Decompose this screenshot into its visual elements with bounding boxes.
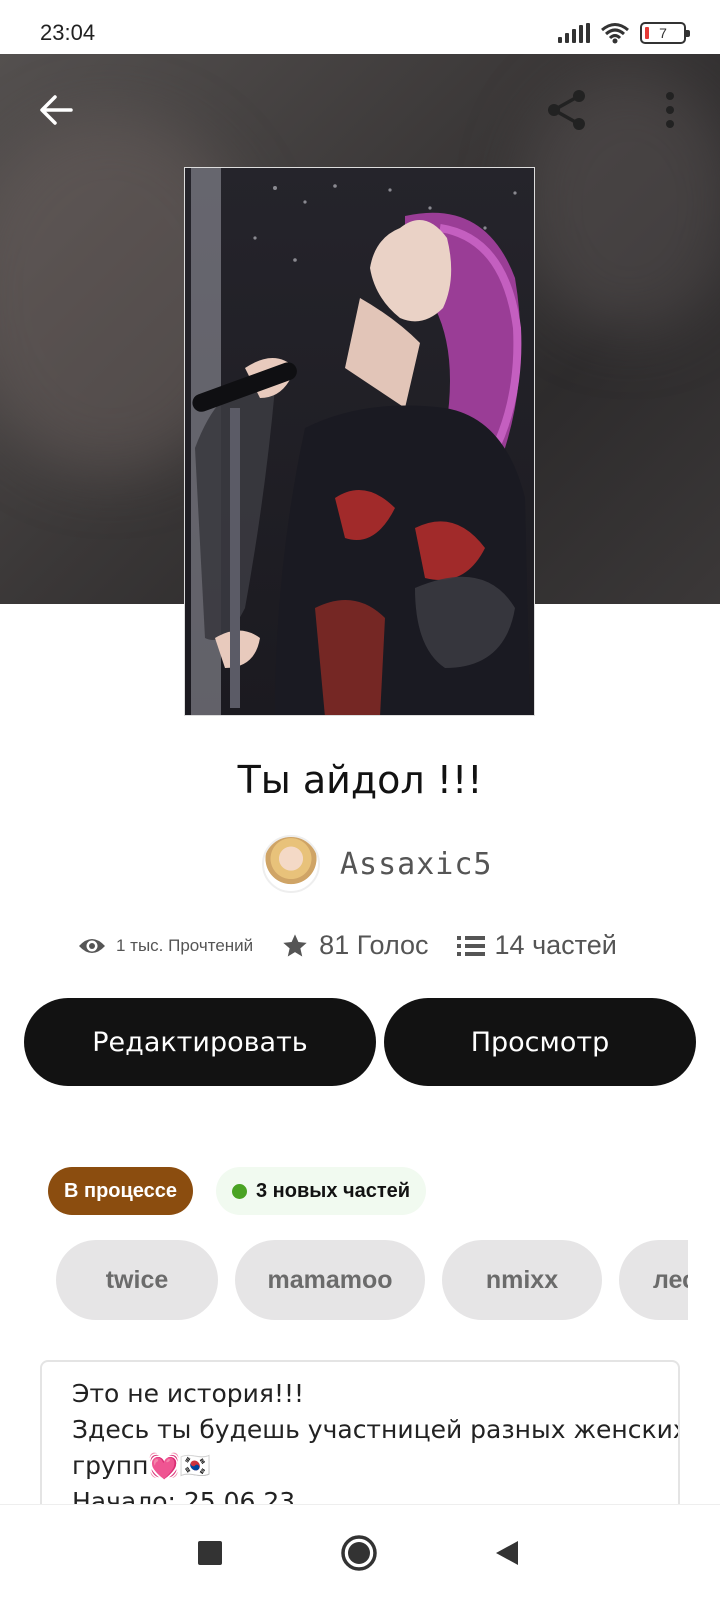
parts-stat: 14 частей (456, 930, 617, 961)
tag-item[interactable]: mamamoo (235, 1240, 425, 1320)
status-bar: 23:04 7 (0, 0, 720, 54)
back-nav-button[interactable] (479, 1525, 535, 1581)
new-dot-icon (232, 1183, 247, 1199)
description-line: групп💓🇰🇷 (72, 1451, 211, 1480)
author-name[interactable]: Assaxic5 (340, 847, 493, 882)
description-line: Здесь ты будешь участницей разных женски… (72, 1415, 680, 1444)
view-button[interactable]: Просмотр (384, 998, 696, 1086)
tag-item[interactable]: nmixx (442, 1240, 602, 1320)
eye-icon (79, 938, 105, 953)
share-icon (548, 90, 585, 130)
votes-stat: 81 Голос (281, 930, 429, 961)
votes-count: 81 Голос (319, 930, 429, 960)
arrow-left-icon (40, 95, 73, 125)
battery-icon: 7 (640, 22, 690, 44)
status-badge: В процессе (48, 1167, 194, 1215)
new-parts-badge: 3 новых частей (216, 1167, 427, 1215)
description-line: Это не история!!! (72, 1379, 305, 1408)
more-vertical-icon (666, 92, 674, 128)
status-time: 23:04 (40, 20, 96, 45)
signal-icon (558, 23, 590, 43)
edit-button[interactable]: Редактировать (24, 998, 376, 1086)
tag-item[interactable]: twice (56, 1240, 218, 1320)
avatar[interactable] (262, 835, 320, 893)
story-stats: 1 тыс. Прочтений 81 Голос 14 частей (78, 930, 678, 961)
circle-icon (341, 1535, 377, 1571)
share-button[interactable] (537, 80, 597, 140)
reads-count: 1 тыс. Прочтений (116, 935, 254, 955)
wifi-icon (601, 23, 629, 44)
status-icons: 7 (558, 22, 690, 44)
battery-level: 7 (659, 25, 667, 41)
story-title: Ты айдол !!! (237, 758, 483, 802)
author-link[interactable]: Assaxic5 (262, 835, 493, 893)
more-button[interactable] (640, 80, 700, 140)
home-button[interactable] (331, 1525, 387, 1581)
list-icon (456, 935, 485, 956)
back-button[interactable] (26, 80, 86, 140)
square-icon (198, 1541, 222, 1565)
system-nav-bar (0, 1504, 720, 1600)
story-description: Это не история!!! Здесь ты будешь участн… (40, 1360, 680, 1520)
recents-button[interactable] (182, 1525, 238, 1581)
cover-image[interactable] (184, 167, 535, 716)
tag-list[interactable]: twice mamamoo nmixx лес (56, 1240, 688, 1320)
triangle-back-icon (496, 1541, 518, 1565)
parts-count: 14 частей (494, 930, 617, 960)
cover-illustration (185, 168, 534, 715)
tag-item[interactable]: лес (619, 1240, 688, 1320)
star-icon (283, 933, 307, 956)
new-parts-label: 3 новых частей (256, 1179, 411, 1202)
reads-stat: 1 тыс. Прочтений (78, 936, 253, 956)
